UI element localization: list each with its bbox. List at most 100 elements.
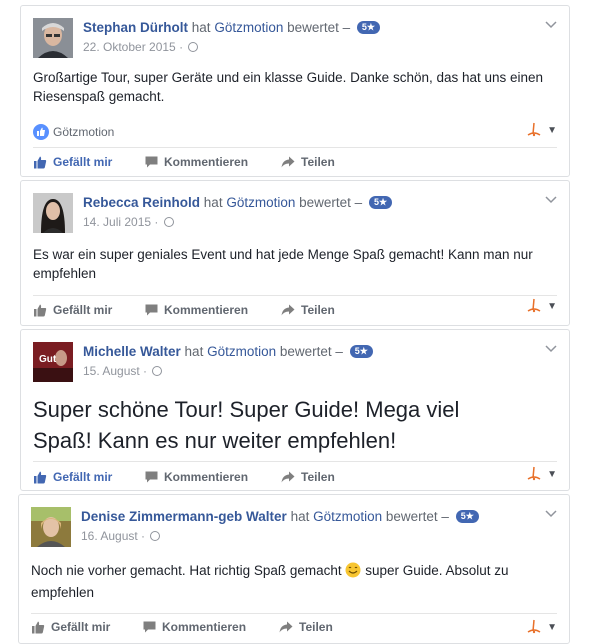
rating-badge: 5★	[356, 21, 380, 34]
globe-icon	[188, 42, 199, 52]
author-name[interactable]: Rebecca Reinhold	[83, 195, 200, 210]
review-card: Rebecca Reinhold hat Götzmotion bewertet…	[20, 180, 570, 326]
date-text[interactable]: 14. Juli 2015 ·	[83, 215, 158, 229]
date-text[interactable]: 22. Oktober 2015 ·	[83, 40, 183, 54]
page-switcher-icon[interactable]: ▼	[525, 466, 557, 482]
action-bar: Gefällt mir Kommentieren Teilen	[33, 155, 357, 169]
action-bar: Gefällt mir Kommentieren Teilen	[33, 303, 357, 317]
review-header: Michelle Walter hat Götzmotion bewertet …	[83, 344, 373, 359]
review-card: Gut Michelle Walter hat Götzmotion bewer…	[20, 329, 570, 491]
review-header: Stephan Dürholt hat Götzmotion bewertet …	[83, 20, 380, 35]
comment-button[interactable]: Kommentieren	[143, 620, 257, 634]
verb: hat	[191, 20, 211, 35]
share-button[interactable]: Teilen	[279, 620, 333, 634]
action-bar: Gefällt mir Kommentieren Teilen	[33, 470, 357, 484]
review-text: Großartige Tour, super Geräte und ein kl…	[33, 70, 544, 104]
verb: hat	[203, 195, 223, 210]
avatar[interactable]	[33, 193, 73, 233]
action-text: bewertet –	[385, 509, 449, 524]
like-circle-icon	[33, 124, 49, 140]
divider	[33, 147, 557, 148]
author-name[interactable]: Michelle Walter	[83, 344, 181, 359]
verb: hat	[290, 509, 310, 524]
comment-label: Kommentieren	[164, 470, 249, 484]
avatar-text: Gut	[39, 354, 57, 365]
comment-icon	[145, 471, 158, 483]
divider	[33, 295, 557, 296]
review-text: Noch nie vorher gemacht. Hat richtig Spa…	[31, 561, 551, 602]
comment-label: Kommentieren	[164, 303, 249, 317]
share-icon	[281, 156, 295, 168]
page-link[interactable]: Götzmotion	[226, 195, 295, 210]
like-button[interactable]: Gefällt mir	[33, 303, 123, 317]
review-card: Stephan Dürholt hat Götzmotion bewertet …	[20, 5, 570, 177]
avatar[interactable]	[33, 18, 73, 58]
author-name[interactable]: Stephan Dürholt	[83, 20, 188, 35]
globe-icon	[150, 531, 161, 541]
rating-badge: 5★	[349, 345, 373, 358]
avatar[interactable]: Gut	[33, 342, 73, 382]
author-name[interactable]: Denise Zimmermann-geb Walter	[81, 509, 287, 524]
page-switcher-icon[interactable]: ▼	[525, 619, 557, 635]
comment-button[interactable]: Kommentieren	[145, 303, 259, 317]
post-date: 22. Oktober 2015 ·	[83, 40, 199, 54]
post-date: 14. Juli 2015 ·	[83, 215, 174, 229]
chevron-down-icon[interactable]	[545, 193, 557, 207]
date-text[interactable]: 15. August ·	[83, 364, 147, 378]
page-link[interactable]: Götzmotion	[313, 509, 382, 524]
share-label: Teilen	[299, 620, 333, 634]
globe-icon	[163, 217, 174, 227]
share-label: Teilen	[301, 155, 335, 169]
like-label: Gefällt mir	[51, 620, 111, 634]
share-icon	[281, 304, 295, 316]
avatar[interactable]	[31, 507, 71, 547]
like-button[interactable]: Gefällt mir	[33, 155, 123, 169]
comment-button[interactable]: Kommentieren	[145, 470, 259, 484]
comment-label: Kommentieren	[162, 620, 247, 634]
review-text: Es war ein super geniales Event und hat …	[33, 247, 533, 281]
comment-icon	[143, 621, 156, 633]
thumbs-up-icon	[34, 156, 47, 168]
share-button[interactable]: Teilen	[281, 303, 335, 317]
action-text: bewertet –	[279, 344, 343, 359]
like-label: Gefällt mir	[53, 155, 113, 169]
comment-button[interactable]: Kommentieren	[145, 155, 259, 169]
page-switcher-icon[interactable]: ▼	[525, 122, 557, 138]
share-label: Teilen	[301, 303, 335, 317]
review-header: Rebecca Reinhold hat Götzmotion bewertet…	[83, 195, 393, 210]
share-icon	[279, 621, 293, 633]
likes-summary[interactable]: Götzmotion	[33, 124, 114, 140]
like-label: Gefällt mir	[53, 470, 113, 484]
comment-icon	[145, 156, 158, 168]
verb: hat	[184, 344, 204, 359]
share-button[interactable]: Teilen	[281, 155, 335, 169]
chevron-down-icon[interactable]	[545, 342, 557, 356]
page-link[interactable]: Götzmotion	[207, 344, 276, 359]
share-icon	[281, 471, 295, 483]
share-label: Teilen	[301, 470, 335, 484]
date-text[interactable]: 16. August ·	[81, 529, 145, 543]
chevron-down-icon[interactable]	[545, 18, 557, 32]
review-text-part: Noch nie vorher gemacht. Hat richtig Spa…	[31, 563, 342, 578]
like-button[interactable]: Gefällt mir	[33, 470, 123, 484]
like-button[interactable]: Gefällt mir	[31, 620, 121, 634]
thumbs-up-icon	[34, 471, 47, 483]
smiley-icon	[345, 562, 361, 583]
comment-icon	[145, 304, 158, 316]
like-label: Gefällt mir	[53, 303, 113, 317]
post-date: 16. August ·	[81, 529, 161, 543]
thumbs-up-icon	[32, 621, 45, 633]
page-switcher-icon[interactable]: ▼	[525, 298, 557, 314]
action-text: bewertet –	[299, 195, 363, 210]
divider	[31, 613, 557, 614]
rating-badge: 5★	[368, 196, 393, 209]
post-date: 15. August ·	[83, 364, 163, 378]
thumbs-up-icon	[34, 304, 47, 316]
globe-icon	[152, 366, 163, 376]
liked-by[interactable]: Götzmotion	[53, 125, 114, 139]
comment-label: Kommentieren	[164, 155, 249, 169]
share-button[interactable]: Teilen	[281, 470, 335, 484]
chevron-down-icon[interactable]	[545, 507, 557, 521]
review-card: Denise Zimmermann-geb Walter hat Götzmot…	[18, 494, 570, 644]
page-link[interactable]: Götzmotion	[214, 20, 283, 35]
